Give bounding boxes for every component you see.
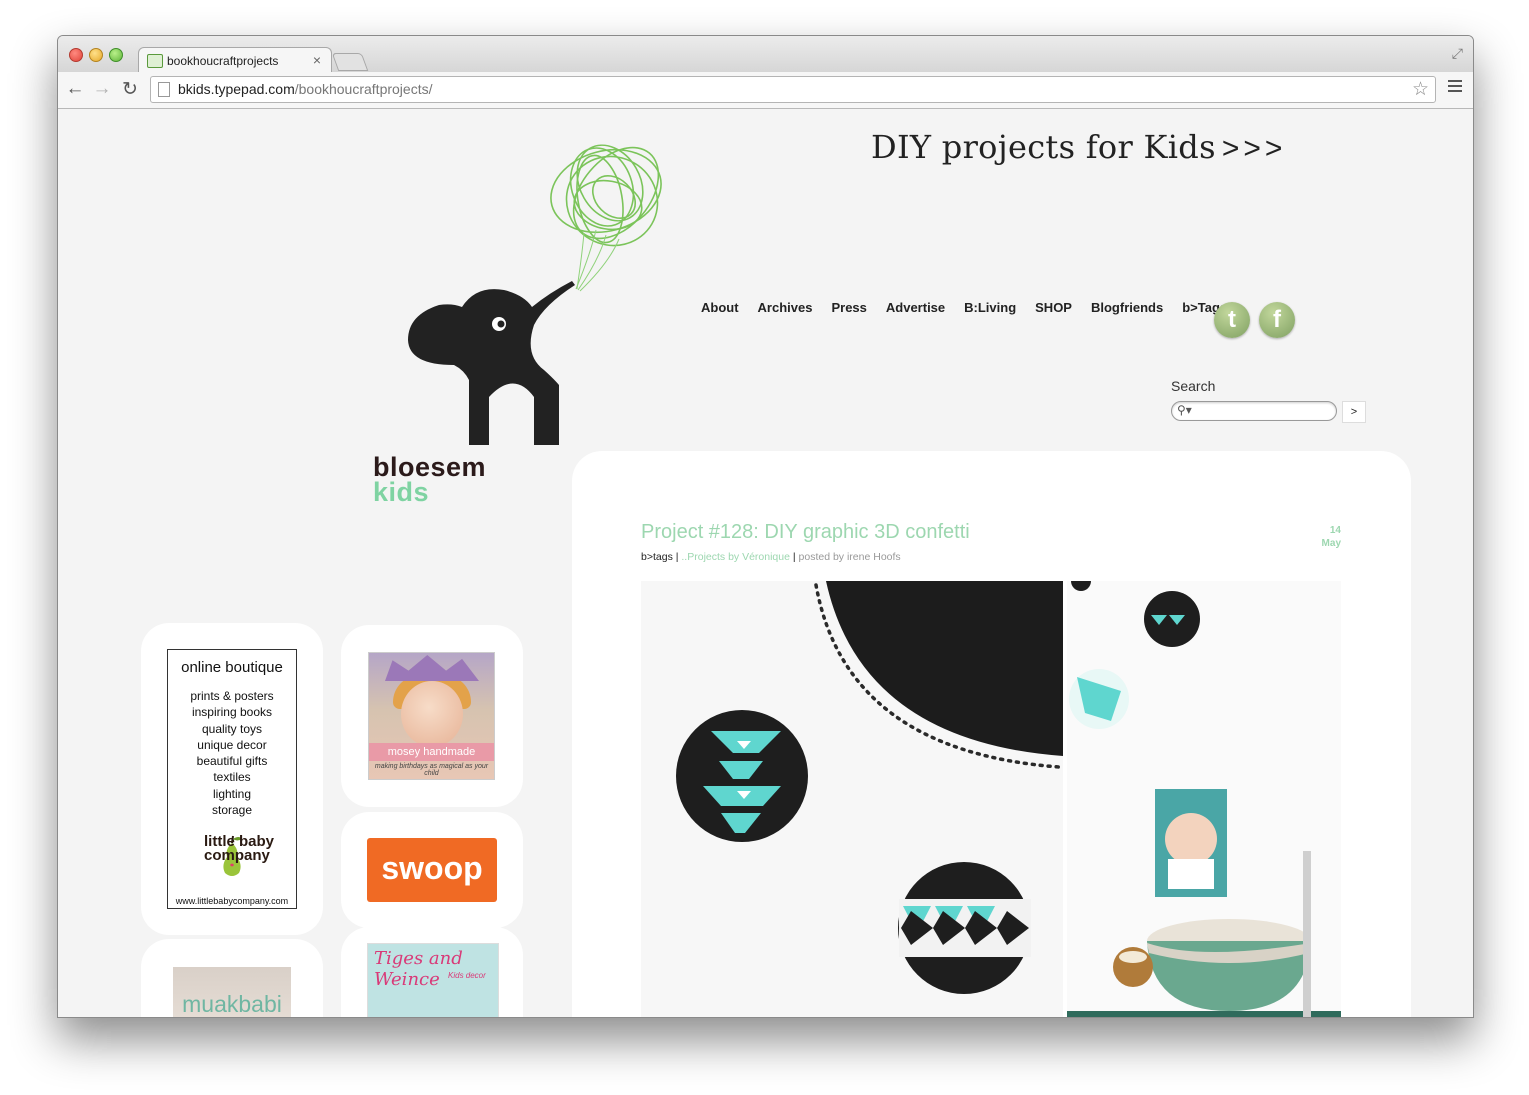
twitter-icon[interactable]: t xyxy=(1214,302,1250,338)
favicon-icon xyxy=(147,54,163,68)
url-text[interactable]: bkids.typepad.com/bookhoucraftprojects/ xyxy=(178,81,432,97)
zoom-window-button[interactable] xyxy=(109,48,123,62)
nav-blogfriends[interactable]: Blogfriends xyxy=(1091,300,1163,315)
post-date-month: May xyxy=(1321,538,1341,549)
facebook-icon[interactable]: f xyxy=(1259,302,1295,338)
sidebar-ad-tiges-and-weince[interactable]: Tiges and Weince Kids decor xyxy=(341,927,523,1017)
boutique-title: online boutique xyxy=(181,659,283,676)
browser-toolbar: ← → ↻ bkids.typepad.com/bookhoucraftproj… xyxy=(58,72,1473,109)
blog-post: Project #128: DIY graphic 3D confetti 14… xyxy=(572,451,1411,1017)
nav-b-living[interactable]: B:Living xyxy=(964,300,1016,315)
nav-shop[interactable]: SHOP xyxy=(1035,300,1072,315)
felt-crown xyxy=(385,655,479,681)
bookmark-star-icon[interactable]: ☆ xyxy=(1412,78,1429,101)
sidebar-ad-little-baby-company[interactable]: online boutique prints & posters inspiri… xyxy=(141,623,323,935)
url-path: /bookhoucraftprojects/ xyxy=(294,81,433,97)
headline-text: DIY projects for Kids xyxy=(871,128,1216,166)
url-domain: bkids.typepad.com xyxy=(178,81,295,97)
boutique-item: quality toys xyxy=(201,721,263,736)
elephant-mascot-logo[interactable] xyxy=(344,135,704,455)
sidebar-ad-mosey-handmade[interactable]: mosey handmade making birthdays as magic… xyxy=(341,625,523,807)
fullscreen-icon[interactable]: ⤢ xyxy=(1452,45,1463,62)
child-face xyxy=(401,681,463,747)
forward-arrow-icon[interactable]: → xyxy=(91,78,113,100)
mosey-label: mosey handmade xyxy=(369,743,494,761)
headline-arrows: >>> xyxy=(1221,132,1287,165)
browser-window: bookhoucraftprojects × ⤢ ← → ↻ bkids.typ… xyxy=(57,35,1474,1018)
boutique-item: storage xyxy=(211,803,253,818)
nav-press[interactable]: Press xyxy=(831,300,866,315)
lbc-line2: company xyxy=(204,847,270,864)
tiges-subtitle: Kids decor xyxy=(448,971,486,980)
search-label: Search xyxy=(1171,378,1216,394)
post-title[interactable]: Project #128: DIY graphic 3D confetti xyxy=(641,521,970,544)
main-nav: About Archives Press Advertise B:Living … xyxy=(701,300,1246,315)
nav-advertise[interactable]: Advertise xyxy=(886,300,945,315)
muakbabi-logo: muakbabi xyxy=(182,991,282,1017)
boutique-item: beautiful gifts xyxy=(196,754,268,769)
post-tags-link[interactable]: b>tags xyxy=(641,551,673,563)
tiges-ad-image[interactable]: Tiges and Weince Kids decor xyxy=(367,943,499,1017)
mosey-tagline: making birthdays as magical as your chil… xyxy=(374,763,489,777)
page-content: DIY projects for Kids >>> bloesem kids A… xyxy=(58,109,1473,1017)
search-input[interactable]: ⚲▾ xyxy=(1171,401,1337,421)
swoop-logo[interactable]: swoop xyxy=(367,838,497,902)
boutique-item: textiles xyxy=(213,770,251,785)
sidebar-ad-swoop[interactable]: swoop xyxy=(341,812,523,928)
search-icon: ⚲▾ xyxy=(1177,403,1192,417)
boutique-item: inspiring books xyxy=(191,705,273,720)
close-window-button[interactable] xyxy=(69,48,83,62)
tab-title: bookhoucraftprojects xyxy=(167,54,279,68)
tab-strip: bookhoucraftprojects × ⤢ xyxy=(58,36,1473,74)
confetti-photo-illustration xyxy=(641,581,1341,1017)
meta-separator: | xyxy=(789,551,799,563)
tab-active[interactable]: bookhoucraftprojects × xyxy=(138,47,332,74)
brand-name-line2[interactable]: kids xyxy=(373,477,429,508)
boutique-ad[interactable]: online boutique prints & posters inspiri… xyxy=(167,649,297,909)
reload-icon[interactable]: ↻ xyxy=(119,78,141,101)
nav-about[interactable]: About xyxy=(701,300,739,315)
post-category-link[interactable]: ..Projects by Véronique xyxy=(681,551,790,563)
post-author: posted by irene Hoofs xyxy=(798,551,901,563)
post-date: 14 May xyxy=(1322,524,1341,550)
page-headline[interactable]: DIY projects for Kids >>> xyxy=(871,128,1286,166)
minimize-window-button[interactable] xyxy=(89,48,103,62)
post-date-day: 14 xyxy=(1329,525,1341,536)
boutique-item: unique decor xyxy=(197,737,267,752)
little-baby-company-logo: little baby company xyxy=(174,834,290,879)
sidebar-ad-muakbabi[interactable]: muakbabi xyxy=(141,939,323,1017)
mosey-handmade-ad-image[interactable]: mosey handmade making birthdays as magic… xyxy=(368,652,495,780)
boutique-item: prints & posters xyxy=(190,689,274,703)
post-meta: b>tags | ..Projects by Véronique | poste… xyxy=(641,551,901,563)
boutique-item: lighting xyxy=(212,786,252,801)
boutique-url: www.littlebabycompany.com xyxy=(175,896,289,906)
boutique-list: prints & posters inspiring books quality… xyxy=(168,688,296,818)
back-arrow-icon[interactable]: ← xyxy=(64,78,86,100)
muakbabi-ad-image[interactable]: muakbabi xyxy=(173,967,291,1017)
nav-archives[interactable]: Archives xyxy=(758,300,813,315)
search-submit-button[interactable]: > xyxy=(1342,401,1366,423)
hamburger-menu-icon[interactable] xyxy=(1448,80,1462,95)
tiges-title: Tiges and Weince xyxy=(374,948,463,990)
post-photo[interactable] xyxy=(641,581,1341,1017)
page-icon xyxy=(158,82,170,97)
tab-close-icon[interactable]: × xyxy=(313,52,321,68)
address-bar[interactable]: bkids.typepad.com/bookhoucraftprojects/ … xyxy=(150,76,1436,103)
new-tab-button[interactable] xyxy=(331,53,369,71)
